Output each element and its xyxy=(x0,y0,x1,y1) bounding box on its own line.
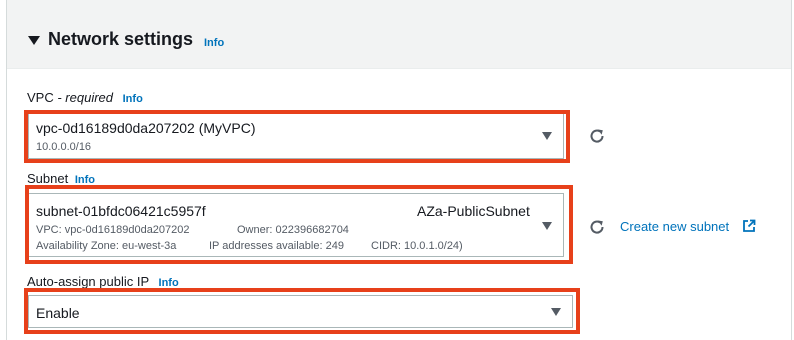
refresh-icon[interactable] xyxy=(588,218,606,236)
dropdown-arrow-icon xyxy=(542,222,552,230)
panel-header[interactable]: Network settings Info xyxy=(7,0,791,69)
vpc-label: VPC - required Info xyxy=(27,90,143,105)
subnet-owner: Owner: 022396682704 xyxy=(237,224,349,236)
subnet-info-link[interactable]: Info xyxy=(75,174,95,186)
public-ip-select-value: Enable xyxy=(36,305,80,321)
dropdown-arrow-icon xyxy=(542,132,552,140)
section-title: Network settings xyxy=(48,29,194,49)
public-ip-label: Auto-assign public IP Info xyxy=(27,274,179,289)
create-new-subnet-link[interactable]: Create new subnet xyxy=(620,219,729,234)
subnet-select[interactable]: subnet-01bfdc06421c5957f AZa-PublicSubne… xyxy=(28,193,564,257)
caret-down-icon[interactable] xyxy=(28,36,40,45)
public-ip-select[interactable]: Enable xyxy=(28,295,573,328)
subnet-vpc: VPC: vpc-0d16189d0da207202 xyxy=(36,224,190,236)
subnet-label-text: Subnet xyxy=(27,171,69,186)
subnet-name: AZa-PublicSubnet xyxy=(417,203,530,219)
subnet-availability-zone: Availability Zone: eu-west-3a xyxy=(36,240,177,252)
subnet-ips-available: IP addresses available: 249 xyxy=(209,240,344,252)
vpc-cidr: 10.0.0.0/16 xyxy=(36,141,92,153)
network-settings-panel: Network settings Info xyxy=(6,0,792,340)
vpc-select[interactable]: vpc-0d16189d0da207202 (MyVPC) 10.0.0.0/1… xyxy=(28,113,564,159)
subnet-label: Subnet Info xyxy=(27,171,95,186)
dropdown-arrow-icon xyxy=(551,308,561,316)
section-info-link[interactable]: Info xyxy=(204,37,224,49)
refresh-icon[interactable] xyxy=(588,127,606,145)
vpc-select-value: vpc-0d16189d0da207202 (MyVPC) xyxy=(36,120,256,136)
subnet-select-value: subnet-01bfdc06421c5957f xyxy=(36,203,206,219)
external-link-icon[interactable] xyxy=(742,219,756,233)
subnet-cidr: CIDR: 10.0.1.0/24) xyxy=(371,240,463,252)
public-ip-label-text: Auto-assign public IP xyxy=(27,274,149,289)
vpc-label-text: VPC xyxy=(27,90,54,105)
vpc-required-text: - required xyxy=(57,90,113,105)
public-ip-info-link[interactable]: Info xyxy=(159,277,179,289)
vpc-info-link[interactable]: Info xyxy=(123,93,143,105)
